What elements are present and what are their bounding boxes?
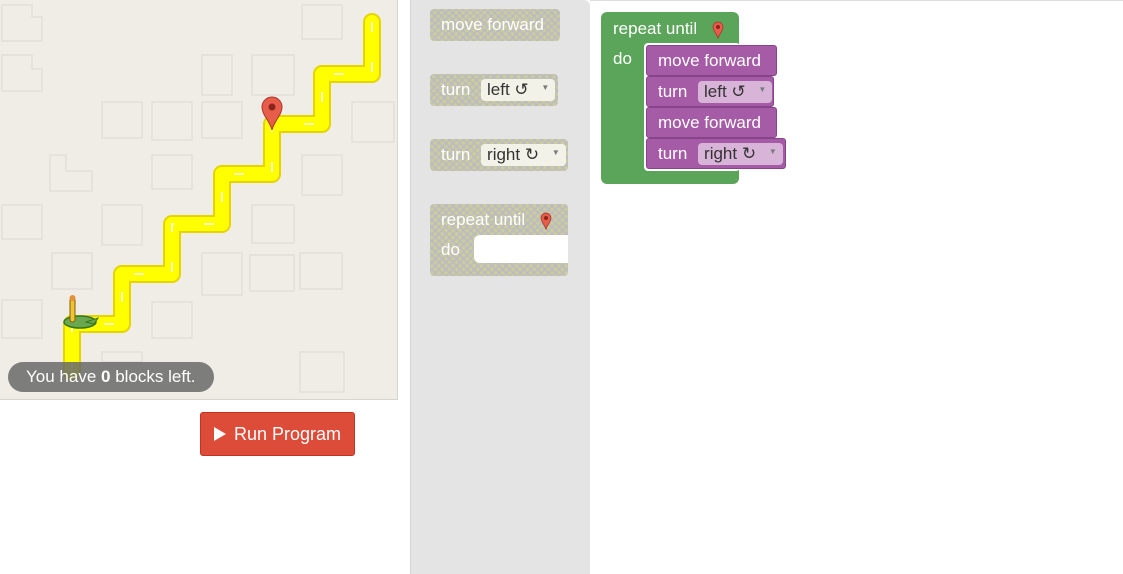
workspace-turn-right-block[interactable]: turn right ↻ ▼ xyxy=(646,138,786,169)
toolbox-repeat-until-block[interactable]: repeat until do xyxy=(430,204,568,276)
workspace-turn-left-option: left ↺ xyxy=(704,81,746,101)
run-program-button[interactable]: Run Program xyxy=(200,412,355,456)
goal-marker-icon xyxy=(712,21,724,39)
toolbox-turn-left-block[interactable]: turn left ↺ ▼ xyxy=(430,74,558,106)
workspace-do-label: do xyxy=(613,49,632,68)
toolbox-do-label: do xyxy=(441,240,460,259)
blocks-left-prefix: You have xyxy=(26,367,97,386)
blocks-left-count: 0 xyxy=(101,367,111,386)
goal-marker-icon xyxy=(540,212,552,230)
workspace-turn-right-option: right ↻ xyxy=(704,143,757,163)
workspace-block-label: move forward xyxy=(658,51,761,70)
workspace-turn-left-dropdown[interactable]: left ↺ ▼ xyxy=(698,80,773,103)
chevron-down-icon: ▼ xyxy=(551,148,560,158)
workspace-block-label: turn xyxy=(658,82,688,101)
chevron-down-icon: ▼ xyxy=(768,147,777,157)
toolbox-turn-left-option: left ↺ xyxy=(487,79,529,99)
workspace-border xyxy=(590,0,1123,1)
workspace-block-label: turn xyxy=(658,144,688,163)
player-avatar-icon xyxy=(63,295,100,329)
workspace-turn-right-dropdown[interactable]: right ↻ ▼ xyxy=(698,142,783,165)
block-toolbox: move forward turn left ↺ ▼ turn right ↻ … xyxy=(410,0,590,574)
toolbox-move-forward-block[interactable]: move forward xyxy=(430,9,560,41)
workspace-repeat-until-label: repeat until xyxy=(613,19,698,38)
maze-grid xyxy=(1,4,395,393)
workspace-block-label: move forward xyxy=(658,113,761,132)
workspace-move-forward-block[interactable]: move forward xyxy=(646,45,777,76)
toolbox-do-slot xyxy=(474,235,568,263)
chevron-down-icon: ▼ xyxy=(541,83,550,93)
toolbox-turn-right-label: turn xyxy=(441,145,471,164)
toolbox-turn-right-dropdown[interactable]: right ↻ ▼ xyxy=(481,143,566,166)
play-icon xyxy=(213,427,226,441)
workspace-turn-left-block[interactable]: turn left ↺ ▼ xyxy=(646,76,774,107)
toolbox-repeat-until-label: repeat until xyxy=(441,210,526,229)
toolbox-turn-left-dropdown[interactable]: left ↺ ▼ xyxy=(481,78,556,101)
workspace-move-forward-block[interactable]: move forward xyxy=(646,107,777,138)
blocks-left-counter: You have 0 blocks left. xyxy=(8,362,214,392)
chevron-down-icon: ▼ xyxy=(758,85,767,95)
toolbox-move-forward-label: move forward xyxy=(441,15,544,34)
toolbox-turn-left-label: turn xyxy=(441,80,471,99)
maze-display: You have 0 blocks left. xyxy=(0,0,398,400)
toolbox-turn-right-block[interactable]: turn right ↻ ▼ xyxy=(430,139,568,171)
toolbox-turn-right-option: right ↻ xyxy=(487,144,540,164)
goal-marker-icon xyxy=(261,96,283,131)
blocks-left-suffix: blocks left. xyxy=(115,367,196,386)
run-program-label: Run Program xyxy=(233,423,342,444)
